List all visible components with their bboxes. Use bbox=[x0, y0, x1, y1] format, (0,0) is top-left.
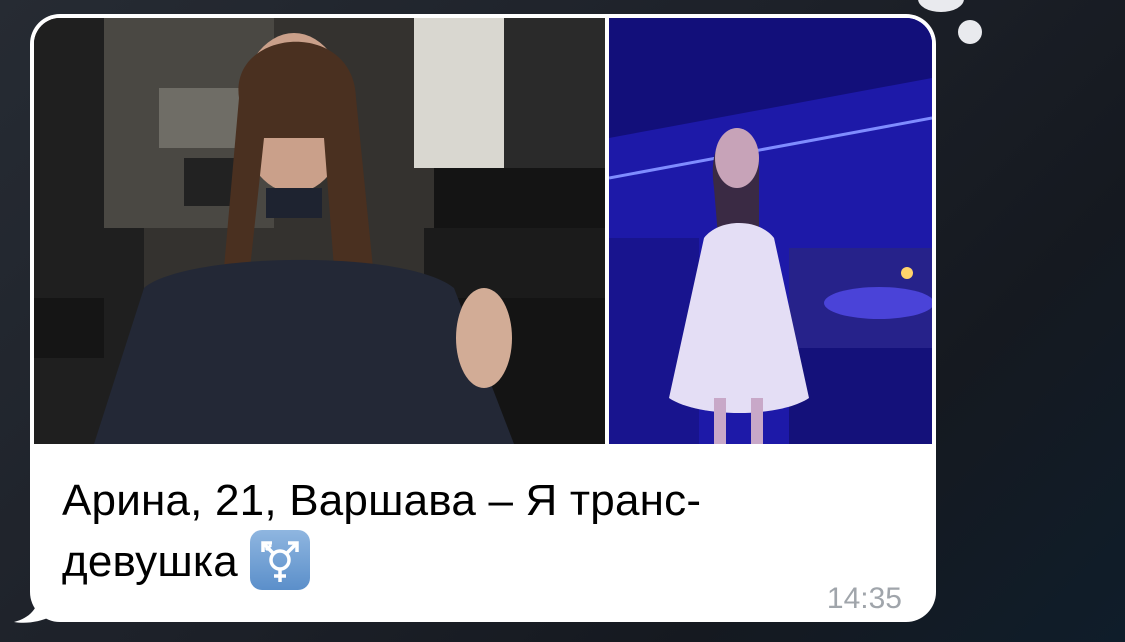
photo-selfie[interactable] bbox=[34, 18, 605, 444]
thought-bubble-dot-small bbox=[958, 20, 982, 44]
photo-album bbox=[34, 18, 932, 444]
thought-bubble-dot-large bbox=[918, 0, 964, 12]
photo-neon-room-image bbox=[609, 18, 932, 444]
caption-line-2: девушка bbox=[62, 537, 238, 586]
transgender-symbol-icon bbox=[249, 530, 310, 590]
message-bubble[interactable]: Арина, 21, Варшава – Я транс- девушка 14… bbox=[30, 14, 936, 622]
photo-neon-room[interactable] bbox=[609, 18, 932, 444]
photo-selfie-image bbox=[34, 18, 605, 444]
message-caption: Арина, 21, Варшава – Я транс- девушка bbox=[62, 472, 822, 591]
caption-line-1: Арина, 21, Варшава – Я транс- bbox=[62, 476, 702, 525]
message-timestamp: 14:35 bbox=[826, 582, 902, 615]
